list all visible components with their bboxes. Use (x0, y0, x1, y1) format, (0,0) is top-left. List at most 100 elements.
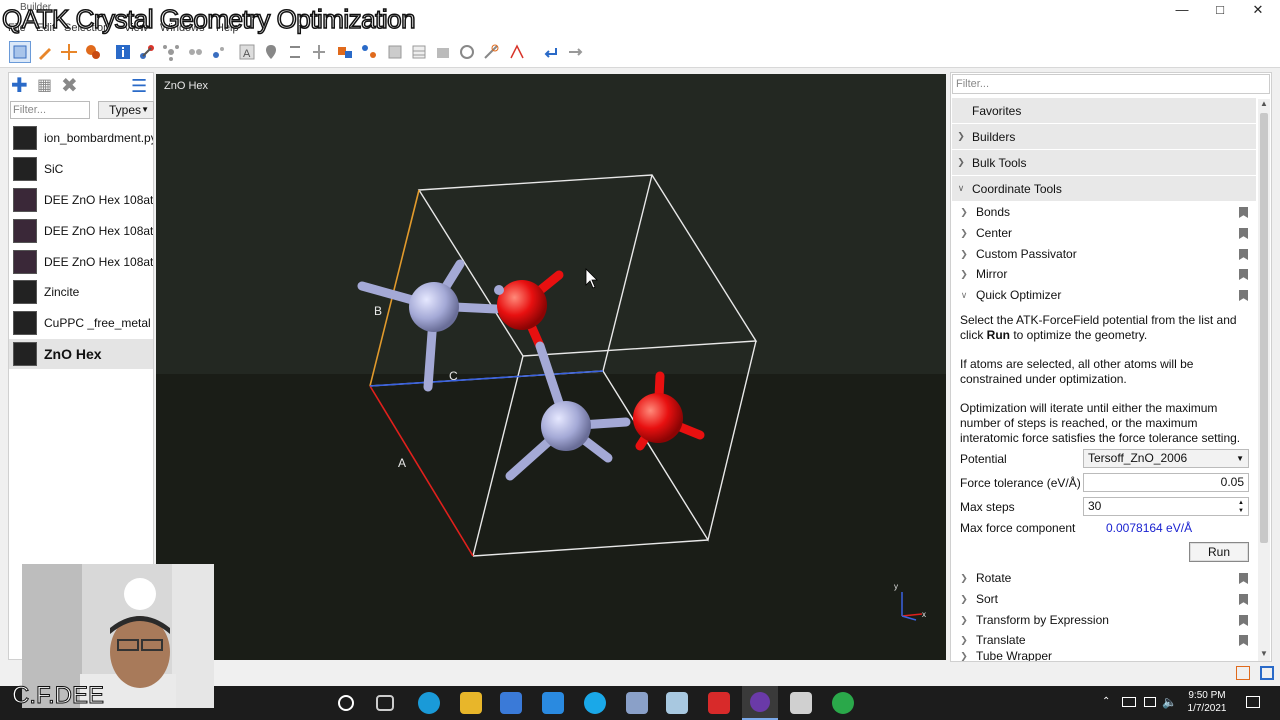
list-item[interactable]: CuPPC _free_metal (9, 308, 153, 339)
chrome-icon[interactable] (832, 692, 854, 714)
surface-icon[interactable] (384, 41, 406, 63)
3d-viewport[interactable]: B C A y x ZnO Hex (156, 74, 946, 660)
draw-pencil-icon[interactable] (34, 41, 56, 63)
copy-icon[interactable]: ▦ (37, 76, 52, 96)
section-builders[interactable]: ❯ Builders (952, 124, 1256, 149)
notification-icon[interactable] (1246, 696, 1260, 708)
battery-icon[interactable] (1144, 697, 1156, 707)
tool-bonds[interactable]: ❯ Bonds (952, 202, 1256, 222)
building-block-icon[interactable] (334, 41, 356, 63)
list-item-selected[interactable]: ZnO Hex (9, 338, 153, 370)
list-item[interactable]: DEE ZnO Hex 108atoms (9, 246, 153, 277)
skype-icon[interactable] (584, 692, 606, 714)
mail-icon[interactable] (542, 692, 564, 714)
tools-scrollbar[interactable]: ▲ ▼ (1258, 99, 1270, 661)
bookmark-icon[interactable] (1239, 573, 1248, 584)
cluster-icon[interactable] (358, 41, 380, 63)
search-circle-icon[interactable] (338, 695, 354, 711)
expand-icon[interactable] (1260, 666, 1274, 680)
atoms-tool-icon[interactable] (184, 41, 206, 63)
bookmark-icon[interactable] (1239, 269, 1248, 280)
add-atoms-icon[interactable] (82, 41, 104, 63)
tool-sort[interactable]: ❯ Sort (952, 589, 1256, 609)
app-icon[interactable] (626, 692, 648, 714)
maximize-button[interactable]: □ (1200, 0, 1240, 20)
quantumatk-task-active[interactable] (742, 686, 778, 720)
select-rect-icon[interactable] (9, 41, 31, 63)
task-view-icon[interactable] (376, 695, 394, 711)
tool-custom-passivator[interactable]: ❯ Custom Passivator (952, 244, 1256, 264)
tool-quick-optimizer[interactable]: ∨ Quick Optimizer (952, 285, 1256, 305)
bookmark-icon[interactable] (1239, 594, 1248, 605)
types-dropdown[interactable]: Types ▼ (98, 101, 154, 119)
edge-browser-icon[interactable] (418, 692, 440, 714)
delete-x-icon[interactable]: ✖ (61, 76, 78, 96)
section-bulk-tools[interactable]: ❯ Bulk Tools (952, 150, 1256, 175)
export-icon[interactable] (1236, 666, 1250, 680)
bookmark-icon[interactable] (1239, 635, 1248, 646)
clock[interactable]: 9:50 PM 1/7/2021 (1182, 689, 1232, 715)
store-icon[interactable] (500, 692, 522, 714)
network-icon[interactable] (1122, 697, 1136, 707)
max-steps-spinbox[interactable]: 30 ▲ ▼ (1083, 497, 1249, 516)
view-icon[interactable] (456, 41, 478, 63)
minimize-button[interactable]: — (1162, 0, 1202, 20)
measure-icon[interactable] (480, 41, 502, 63)
bookmark-icon[interactable] (1239, 228, 1248, 239)
list-view-icon[interactable]: ☰ (131, 76, 147, 96)
app-icon[interactable] (666, 692, 688, 714)
move-cross-icon[interactable] (58, 41, 80, 63)
list-item[interactable]: ion_bombardment.py (9, 123, 153, 154)
list-item[interactable]: SiC (9, 154, 153, 185)
list-item[interactable]: Zincite (9, 277, 153, 308)
scrollbar-thumb[interactable] (1260, 113, 1268, 543)
bookmark-icon[interactable] (1239, 615, 1248, 626)
bookmark-icon[interactable] (1239, 249, 1248, 260)
tool-mirror[interactable]: ❯ Mirror (952, 264, 1256, 284)
app-icon[interactable] (708, 692, 730, 714)
structure-canvas[interactable]: B C A y x (156, 74, 946, 660)
add-plus-icon[interactable]: ✚ (11, 76, 28, 96)
tool-translate[interactable]: ❯ Translate (952, 630, 1256, 650)
molecule-tool-icon[interactable] (160, 41, 182, 63)
tools-filter-input[interactable]: Filter... (952, 74, 1270, 94)
tool-tube-wrapper[interactable]: ❯ Tube Wrapper (952, 651, 1256, 661)
structure-icon[interactable] (308, 41, 330, 63)
section-favorites[interactable]: Favorites (952, 98, 1256, 123)
tray-chevron-icon[interactable]: ⌃ (1102, 696, 1110, 707)
spin-arrows-icon[interactable]: ▲ ▼ (1238, 499, 1244, 515)
zn-atom[interactable] (541, 401, 591, 451)
volume-icon[interactable]: 🔈 (1162, 695, 1177, 709)
measure-angle-icon[interactable] (506, 41, 528, 63)
force-tolerance-input[interactable]: 0.05 (1083, 473, 1249, 492)
scroll-up-icon[interactable]: ▲ (1258, 99, 1270, 111)
swap-icon[interactable] (284, 41, 306, 63)
section-coordinate-tools[interactable]: ∨ Coordinate Tools (952, 176, 1256, 201)
run-button[interactable]: Run (1189, 542, 1249, 562)
table-icon[interactable] (408, 41, 430, 63)
file-explorer-icon[interactable] (460, 692, 482, 714)
list-item[interactable]: DEE ZnO Hex 108atoms (9, 185, 153, 216)
tool-transform-by-expression[interactable]: ❯ Transform by Expression (952, 610, 1256, 630)
tool-rotate[interactable]: ❯ Rotate (952, 568, 1256, 588)
stash-filter-input[interactable]: Filter... (10, 101, 90, 119)
text-tool-icon[interactable]: A (236, 41, 258, 63)
zn-atom[interactable] (409, 282, 459, 332)
link-tool-icon[interactable] (208, 41, 230, 63)
o-atom[interactable] (633, 393, 683, 443)
tool-center[interactable]: ❯ Center (952, 223, 1256, 243)
o-atom[interactable] (497, 280, 547, 330)
undo-icon[interactable] (540, 41, 562, 63)
scroll-down-icon[interactable]: ▼ (1258, 649, 1270, 661)
bookmark-icon[interactable] (1239, 290, 1248, 301)
bond-tool-icon[interactable] (136, 41, 158, 63)
potential-select[interactable]: Tersoff_ZnO_2006 ▼ (1083, 449, 1249, 468)
info-icon[interactable] (112, 41, 134, 63)
bookmark-icon[interactable] (1239, 207, 1248, 218)
close-window-button[interactable]: ✕ (1238, 0, 1278, 20)
app-icon[interactable] (790, 692, 812, 714)
location-pin-icon[interactable] (260, 41, 282, 63)
list-item[interactable]: DEE ZnO Hex 108atoms (9, 215, 153, 246)
slab-icon[interactable] (432, 41, 454, 63)
redo-icon[interactable] (564, 41, 586, 63)
